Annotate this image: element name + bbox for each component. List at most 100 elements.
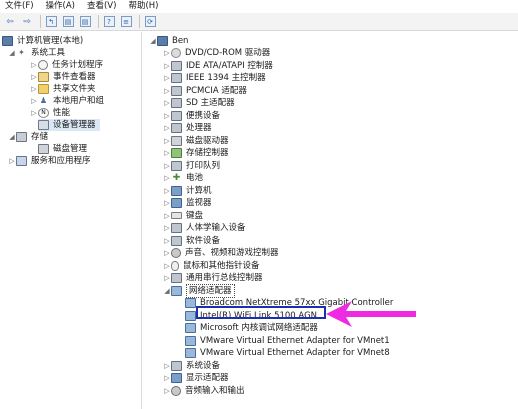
expand-arrow-icon[interactable]: ▷ xyxy=(30,71,38,83)
tree-item-device-manager[interactable]: 设备管理器 xyxy=(38,119,100,131)
tree-item-label: 设备管理器 xyxy=(53,120,96,130)
expand-arrow-icon[interactable]: ▷ xyxy=(163,222,171,234)
expand-arrow-icon[interactable]: ▷ xyxy=(163,60,171,72)
printer-icon xyxy=(171,160,182,171)
device-category[interactable]: ▷ 处理器 xyxy=(163,122,212,134)
network-adapter-item[interactable]: Microsoft 内核调试网络适配器 xyxy=(185,322,318,334)
device-category-network-adapters[interactable]: ◢ 网络适配器 xyxy=(163,283,235,298)
scan-hardware-button[interactable]: ⟳ xyxy=(143,15,157,29)
expand-arrow-icon[interactable]: ▷ xyxy=(163,172,171,184)
device-category[interactable]: ▷ 监视器 xyxy=(163,197,212,209)
show-tree-button[interactable]: ▤ xyxy=(61,15,75,29)
storage-icon xyxy=(16,132,27,142)
help-button[interactable]: ? xyxy=(102,15,116,29)
device-category[interactable]: ▷ 键盘 xyxy=(163,210,203,222)
device-category[interactable]: ▷ 鼠标和其他指针设备 xyxy=(163,260,260,272)
expand-arrow-icon[interactable]: ▷ xyxy=(163,360,171,372)
device-category-label: 声音、视频和游戏控制器 xyxy=(185,248,279,258)
show-hide-button[interactable]: ▤ xyxy=(78,15,92,29)
tree-item-disk-management[interactable]: 磁盘管理 xyxy=(38,143,87,155)
device-category[interactable]: ▷ IDE ATA/ATAPI 控制器 xyxy=(163,60,273,72)
tree-item-root[interactable]: 计算机管理(本地) xyxy=(2,35,83,47)
device-category[interactable]: ▷ 磁盘驱动器 xyxy=(163,135,229,147)
device-tree-root[interactable]: ◢ Ben xyxy=(149,35,188,47)
back-arrow-icon[interactable]: ⇦ xyxy=(3,15,17,29)
menu-file[interactable]: 文件(F) xyxy=(0,0,41,13)
tree-item-performance[interactable]: ▷ N 性能 xyxy=(30,107,70,119)
expand-arrow-icon[interactable]: ▷ xyxy=(8,155,16,167)
tree-item-shared-folders[interactable]: ▷ 共享文件夹 xyxy=(30,83,96,95)
expand-arrow-icon[interactable]: ▷ xyxy=(163,72,171,84)
tree-item-label: 共享文件夹 xyxy=(53,84,96,94)
device-category[interactable]: ▷ 声音、视频和游戏控制器 xyxy=(163,247,279,259)
tree-item-event-viewer[interactable]: ▷ 事件查看器 xyxy=(30,71,96,83)
expand-arrow-icon[interactable]: ▷ xyxy=(163,147,171,159)
expand-arrow-icon[interactable]: ▷ xyxy=(30,107,38,119)
expand-arrow-icon[interactable]: ▷ xyxy=(163,372,171,384)
computer-icon xyxy=(157,36,168,46)
device-category[interactable]: ▷ 系统设备 xyxy=(163,360,220,372)
device-category[interactable]: ▷ 便携设备 xyxy=(163,110,220,122)
tree-item-system-tools[interactable]: ◢ ✦ 系统工具 xyxy=(8,47,65,59)
tree-item-label: 事件查看器 xyxy=(53,72,96,82)
expand-arrow-icon[interactable]: ▷ xyxy=(163,122,171,134)
expand-arrow-icon[interactable]: ▷ xyxy=(163,210,171,222)
menu-help[interactable]: 帮助(H) xyxy=(123,0,165,13)
tree-item-storage[interactable]: ◢ 存储 xyxy=(8,131,48,143)
expand-arrow-icon[interactable]: ▷ xyxy=(30,59,38,71)
clock-icon xyxy=(38,60,48,70)
network-adapter-label: Microsoft 内核调试网络适配器 xyxy=(200,323,318,333)
device-category-label: 计算机 xyxy=(186,185,212,196)
tree-item-local-users[interactable]: ▷ ♟ 本地用户和组 xyxy=(30,95,104,107)
tree-item-task-scheduler[interactable]: ▷ 任务计划程序 xyxy=(30,59,103,71)
expand-arrow-icon[interactable]: ▷ xyxy=(163,185,171,197)
expand-arrow-icon[interactable]: ▷ xyxy=(163,385,171,397)
expand-arrow-icon[interactable]: ▷ xyxy=(163,247,171,259)
network-adapter-item[interactable]: VMware Virtual Ethernet Adapter for VMne… xyxy=(185,335,390,347)
expand-arrow-icon[interactable]: ▷ xyxy=(163,97,171,109)
device-category-label: 音频输入和输出 xyxy=(185,385,245,396)
expand-arrow-icon[interactable]: ▷ xyxy=(30,95,38,107)
device-category[interactable]: ▷ 存储控制器 xyxy=(163,147,229,159)
device-manager-icon xyxy=(38,120,49,130)
device-category[interactable]: ▷ IEEE 1394 主控制器 xyxy=(163,72,266,84)
expand-arrow-icon[interactable]: ▷ xyxy=(30,83,38,95)
expand-arrow-icon[interactable]: ▷ xyxy=(163,260,171,272)
device-category[interactable]: ▷ DVD/CD-ROM 驱动器 xyxy=(163,47,270,59)
network-adapter-icon xyxy=(185,298,196,308)
up-level-button[interactable]: ↰ xyxy=(44,15,58,29)
device-category[interactable]: ▷ SD 主适配器 xyxy=(163,97,235,109)
device-category-label: 人体学输入设备 xyxy=(186,223,246,233)
device-category-label: 显示适配器 xyxy=(186,373,229,383)
forward-arrow-icon[interactable]: ⇨ xyxy=(20,15,34,29)
collapse-arrow-icon[interactable]: ◢ xyxy=(149,35,157,47)
expand-arrow-icon[interactable]: ▷ xyxy=(163,197,171,209)
tree-item-services[interactable]: ▷ 服务和应用程序 xyxy=(8,155,91,167)
menu-action[interactable]: 操作(A) xyxy=(41,0,82,13)
storage-controller-icon xyxy=(171,148,182,158)
device-category-label: 键盘 xyxy=(186,210,204,221)
menu-view[interactable]: 查看(V) xyxy=(82,0,123,13)
device-category[interactable]: ▷ 软件设备 xyxy=(163,235,220,247)
collapse-arrow-icon[interactable]: ◢ xyxy=(163,285,171,297)
network-adapter-item[interactable]: VMware Virtual Ethernet Adapter for VMne… xyxy=(185,347,390,359)
expand-arrow-icon[interactable]: ▷ xyxy=(163,47,171,59)
expand-arrow-icon[interactable]: ▷ xyxy=(163,135,171,147)
expand-arrow-icon[interactable]: ▷ xyxy=(163,235,171,247)
device-category[interactable]: ▷ 显示适配器 xyxy=(163,372,229,384)
collapse-arrow-icon[interactable]: ◢ xyxy=(8,131,16,143)
device-category[interactable]: ▷ 人体学输入设备 xyxy=(163,222,246,234)
properties-button[interactable]: ≡ xyxy=(119,15,133,29)
device-category[interactable]: ▷ 打印队列 xyxy=(163,160,220,172)
expand-arrow-icon[interactable]: ▷ xyxy=(163,85,171,97)
device-category[interactable]: ▷ PCMCIA 适配器 xyxy=(163,85,247,97)
expand-arrow-icon[interactable]: ▷ xyxy=(163,160,171,172)
device-category[interactable]: ▷ ✚ 电池 xyxy=(163,172,203,184)
portable-device-icon xyxy=(171,110,182,121)
expand-arrow-icon[interactable]: ▷ xyxy=(163,110,171,122)
expand-arrow-icon[interactable]: ▷ xyxy=(163,272,171,284)
device-category[interactable]: ▷ 音频输入和输出 xyxy=(163,385,245,397)
device-category[interactable]: ▷ 计算机 xyxy=(163,185,212,197)
device-category[interactable]: ▷ 通用串行总线控制器 xyxy=(163,272,263,284)
collapse-arrow-icon[interactable]: ◢ xyxy=(8,47,16,59)
